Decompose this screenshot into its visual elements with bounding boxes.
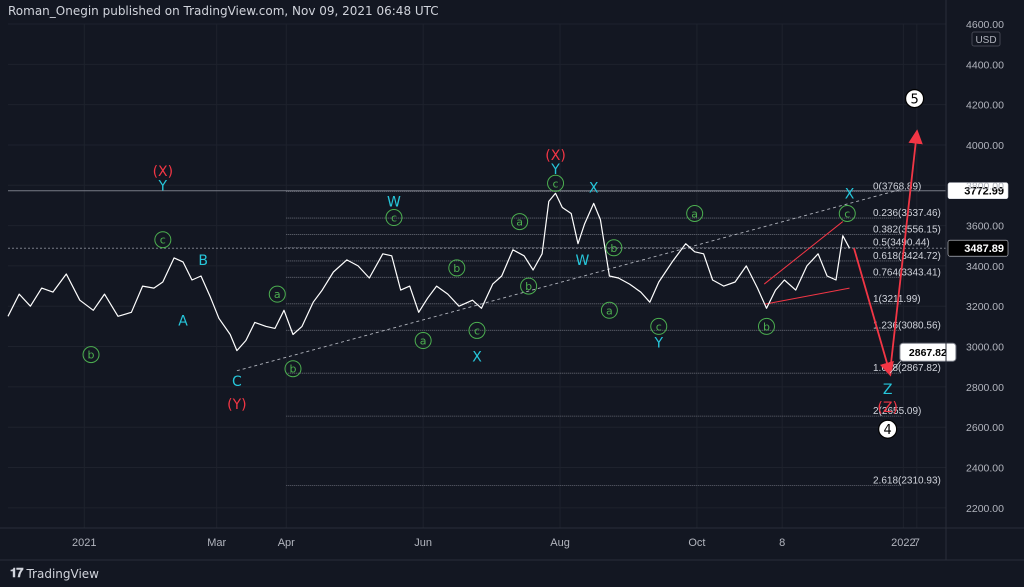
wave-label-minor: a [274, 288, 281, 301]
currency-label: USD [975, 35, 996, 46]
y-tick-label: 2800.00 [966, 382, 1004, 394]
wave-label-minor: c [656, 320, 662, 333]
trendline [236, 188, 902, 372]
y-tick-label: 3000.00 [966, 342, 1004, 354]
triangle-line [763, 221, 844, 285]
wave-label-cyan: Y [653, 336, 663, 352]
wave-label-minor: c [553, 177, 559, 190]
wave-label-major: 4 [884, 423, 892, 438]
wave-label-cyan: A [178, 313, 188, 329]
x-tick-label: Aug [550, 537, 570, 549]
wave-label-red: (Z) [877, 400, 898, 416]
tradingview-logo[interactable]: 𝟏𝟕 TradingView [10, 566, 99, 581]
fibonacci-levels: 0(3768.89)0.236(3637.46)0.382(3556.15)0.… [286, 182, 941, 486]
wave-label-minor: b [525, 280, 532, 293]
x-tick-label: 2022 [891, 537, 915, 549]
wave-label-cyan: C [232, 374, 242, 390]
wave-label-minor: a [420, 335, 427, 348]
price-line [7, 192, 851, 352]
grid [8, 23, 946, 528]
x-tick-label: 7 [914, 537, 920, 549]
fib-level-label: 0.618(3424.72) [873, 251, 941, 262]
wave-label-cyan: Z [883, 382, 893, 398]
y-tick-label: 4600.00 [966, 19, 1004, 31]
y-tick-label: 4400.00 [966, 59, 1004, 71]
fib-level-label: 0.764(3343.41) [873, 267, 941, 278]
wave-label-cyan: X [845, 186, 855, 202]
wave-label-minor: c [160, 234, 166, 247]
price-label-text: 3487.89 [964, 243, 1004, 255]
wave-label-minor: b [88, 349, 95, 362]
fib-level-label: 2.618(2310.93) [873, 475, 941, 486]
wave-label-red: (Y) [227, 397, 246, 413]
wave-annotations: b(X)YcBAC(Y)abWcabcXab(X)Yc XWbacYabXcZ(Z… [82, 88, 925, 439]
wave-label-major: 5 [910, 93, 918, 108]
fib-level-label: 1.618(2867.82) [873, 363, 941, 374]
y-tick-label: 4000.00 [966, 140, 1004, 152]
y-tick-label: 3600.00 [966, 221, 1004, 233]
fib-level-label: 0.5(3490.44) [873, 238, 930, 249]
y-tick-label: 4200.00 [966, 100, 1004, 112]
wave-label-cyan: B [198, 253, 208, 269]
wave-label-minor: a [516, 216, 523, 229]
x-tick-label: Jun [414, 537, 432, 549]
x-tick-label: 8 [779, 537, 785, 549]
y-tick-label: 3800.00 [966, 180, 1004, 192]
wave-label-minor: b [289, 363, 296, 376]
axes: 2200.00 2400.00 2600.00 2800.00 3000.00 3200.… [0, 0, 1024, 561]
wave-label-cyan: W [387, 194, 401, 210]
wave-label-minor: a [606, 304, 613, 317]
tradingview-brand: TradingView [26, 566, 99, 581]
triangle-line [764, 287, 850, 305]
wave-label-minor: a [691, 208, 698, 221]
x-tick-label: Apr [278, 537, 295, 549]
wave-label-minor: c [844, 208, 850, 221]
x-tick-label: 2021 [72, 537, 96, 549]
trendlines [236, 188, 902, 372]
wave-label-minor: b [763, 320, 770, 333]
tradingview-logo-icon: 𝟏𝟕 [10, 566, 24, 581]
price-chart[interactable]: 0(3768.89)0.236(3637.46)0.382(3556.15)0.… [0, 0, 1024, 587]
y-tick-label: 2200.00 [966, 503, 1004, 515]
wave-label-minor: c [474, 324, 480, 337]
wave-label-cyan: W [576, 253, 590, 269]
y-tick-label: 2400.00 [966, 463, 1004, 475]
y-tick-label: 3400.00 [966, 261, 1004, 273]
x-tick-label: Mar [207, 537, 226, 549]
y-tick-label: 3200.00 [966, 301, 1004, 313]
wave-label-cyan: Y [158, 178, 168, 194]
y-tick-label: 2600.00 [966, 422, 1004, 434]
wave-label-minor: c [391, 212, 397, 225]
wave-label-cyan: X [589, 180, 599, 196]
target-callout-text: 2867.82 [909, 347, 947, 359]
fib-level-label: 1(3211.99) [873, 294, 921, 305]
wave-label-minor: b [453, 262, 460, 275]
wave-label-minor: b [610, 242, 617, 255]
x-tick-label: Oct [688, 537, 705, 549]
price-series [7, 192, 851, 352]
fib-level-label: 1.236(3080.56) [873, 320, 941, 331]
wave-label-cyan: X [472, 350, 482, 366]
